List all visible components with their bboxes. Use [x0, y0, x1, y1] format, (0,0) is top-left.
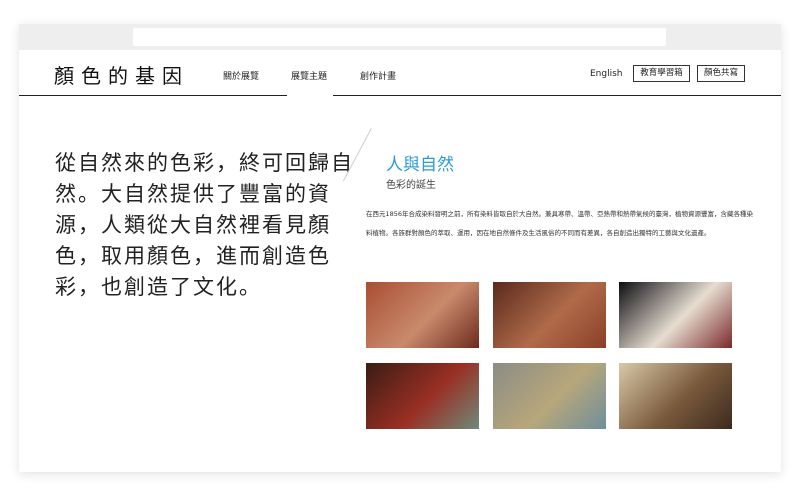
language-switch[interactable]: English [590, 69, 623, 79]
section-body: 在西元1856年合成染料發明之前，所有染料皆取自於大自然。兼具寒帶、溫帶、亞熱帶… [366, 210, 754, 237]
nav-themes[interactable]: 展覽主題 [291, 69, 327, 82]
education-kit-button[interactable]: 教育學習箱 [633, 65, 690, 82]
nav-projects[interactable]: 創作計畫 [360, 69, 396, 82]
clay-pottery-photo[interactable] [493, 282, 606, 348]
section-subtitle: 色彩的誕生 [386, 180, 436, 191]
header-rule-left [19, 95, 287, 96]
color-cowrite-button[interactable]: 顏色共寫 [697, 65, 745, 82]
dyed-yarn-photo[interactable] [493, 363, 606, 429]
indigenous-people-photo[interactable] [619, 363, 732, 429]
temple-window-photo[interactable] [366, 363, 479, 429]
cave-painting-photo[interactable] [366, 282, 479, 348]
browser-window: 顏色的基因 關於展覽 展覽主題 創作計畫 English 教育學習箱 顏色共寫 … [19, 24, 781, 472]
header-rule-right [333, 95, 781, 96]
section-title: 人與自然 [386, 155, 454, 175]
nav-about[interactable]: 關於展覽 [223, 69, 259, 82]
intro-text: 從自然來的色彩，終可回歸自然。大自然提供了豐富的資源，人類從大自然裡看見顏色，取… [55, 151, 354, 299]
woven-textile-photo[interactable] [619, 282, 732, 348]
site-logo[interactable]: 顏色的基因 [54, 60, 189, 89]
browser-toolbar [19, 24, 781, 50]
address-bar[interactable] [133, 28, 666, 46]
